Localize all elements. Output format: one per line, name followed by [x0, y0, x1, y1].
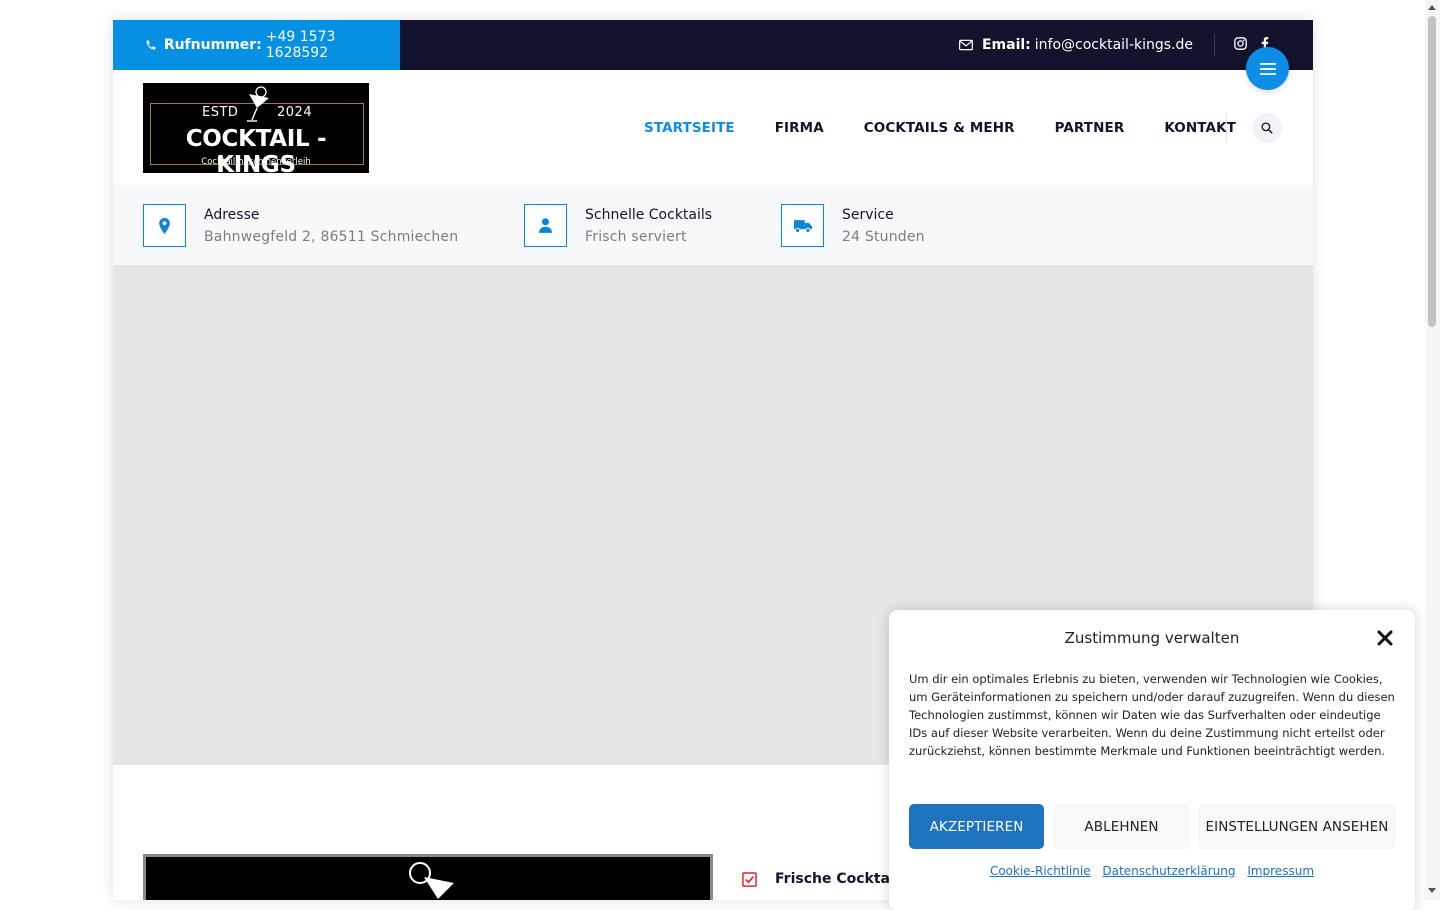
phone-contact[interactable]: Rufnummer: +49 1573 1628592 — [113, 20, 400, 70]
cookie-dialog-body: Um dir ein optimales Erlebnis zu bieten,… — [909, 672, 1395, 758]
close-icon[interactable] — [1377, 630, 1393, 646]
email-contact[interactable]: Email: info@cocktail-kings.de — [959, 20, 1193, 70]
nav-item-startseite[interactable]: STARTSEITE — [644, 120, 735, 136]
logo-brand: COCKTAIL - KINGS — [185, 126, 327, 178]
accept-button[interactable]: AKZEPTIEREN — [909, 804, 1044, 849]
truck-icon — [793, 219, 812, 233]
nav-item-cocktails[interactable]: COCKTAILS & MEHR — [864, 120, 1015, 136]
email-address[interactable]: info@cocktail-kings.de — [1035, 37, 1193, 53]
main-navigation: STARTSEITE FIRMA COCKTAILS & MEHR PARTNE… — [644, 70, 1276, 185]
instagram-icon[interactable] — [1234, 37, 1247, 50]
info-value: 24 Stunden — [842, 229, 925, 245]
search-button[interactable] — [1252, 113, 1282, 143]
scroll-up-arrow[interactable] — [1428, 5, 1436, 10]
cookie-consent-dialog: Zustimmung verwalten Um dir ein optimale… — [889, 610, 1415, 910]
phone-label: Rufnummer: — [163, 37, 262, 53]
view-preferences-button[interactable]: EINSTELLUNGEN ANSEHEN — [1199, 804, 1395, 849]
user-icon-box — [524, 204, 567, 247]
scroll-thumb[interactable] — [1428, 16, 1436, 327]
menu-toggle-button[interactable] — [1246, 47, 1289, 90]
info-fast-cocktails: Schnelle Cocktails Frisch serviert — [524, 204, 712, 248]
hamburger-icon — [1259, 62, 1276, 75]
site-header: ESTD 2024 COCKTAIL - KINGS Cocktailmasch… — [113, 70, 1313, 185]
nav-item-firma[interactable]: FIRMA — [775, 120, 824, 136]
user-icon — [539, 218, 552, 233]
truck-icon-box — [781, 204, 824, 247]
logo-year: 2024 — [277, 105, 313, 120]
info-value: Frisch serviert — [585, 229, 687, 245]
imprint-link[interactable]: Impressum — [1247, 864, 1314, 878]
topbar-divider — [1214, 34, 1215, 56]
address-icon-box — [143, 204, 186, 247]
nav-divider — [1226, 112, 1227, 142]
info-bar: Adresse Bahnwegfeld 2, 86511 Schmiechen … — [113, 185, 1313, 265]
envelope-icon — [959, 39, 973, 51]
info-title: Schnelle Cocktails — [585, 207, 713, 223]
deny-button[interactable]: ABLEHNEN — [1054, 804, 1189, 849]
logo-subtitle: Cocktailmaschinenverleih — [201, 157, 311, 167]
top-bar: Rufnummer: +49 1573 1628592 Email: info@… — [113, 20, 1313, 70]
cocktail-logo-icon — [409, 862, 454, 899]
cocktail-glass-icon — [247, 86, 269, 122]
email-label: Email: — [981, 37, 1031, 53]
privacy-policy-link[interactable]: Datenschutzerklärung — [1102, 864, 1235, 878]
info-address: Adresse Bahnwegfeld 2, 86511 Schmiechen — [143, 204, 458, 248]
info-service: Service 24 Stunden — [781, 204, 925, 248]
cookie-policy-link[interactable]: Cookie-Richtlinie — [990, 864, 1091, 878]
logo-estd: ESTD — [202, 105, 239, 120]
nav-item-partner[interactable]: PARTNER — [1055, 120, 1125, 136]
info-title: Adresse — [204, 207, 260, 223]
phone-icon — [146, 40, 156, 50]
map-pin-icon — [159, 217, 170, 234]
feature-label: Frische Cocktails — [775, 871, 908, 887]
phone-number[interactable]: +49 1573 1628592 — [266, 29, 400, 61]
scroll-down-arrow[interactable] — [1428, 888, 1436, 893]
promo-video-thumbnail[interactable] — [143, 854, 713, 900]
info-title: Service — [842, 207, 894, 223]
cookie-links: Cookie-Richtlinie Datenschutzerklärung I… — [889, 864, 1415, 878]
site-logo[interactable]: ESTD 2024 COCKTAIL - KINGS Cocktailmasch… — [143, 83, 369, 178]
info-value: Bahnwegfeld 2, 86511 Schmiechen — [204, 229, 459, 245]
page-scrollbar[interactable] — [1425, 0, 1440, 900]
checkbox-checked-icon — [742, 871, 757, 887]
search-icon — [1261, 122, 1273, 134]
feature-item: Frische Cocktails — [742, 871, 908, 887]
cookie-dialog-title: Zustimmung verwalten — [1064, 629, 1240, 647]
